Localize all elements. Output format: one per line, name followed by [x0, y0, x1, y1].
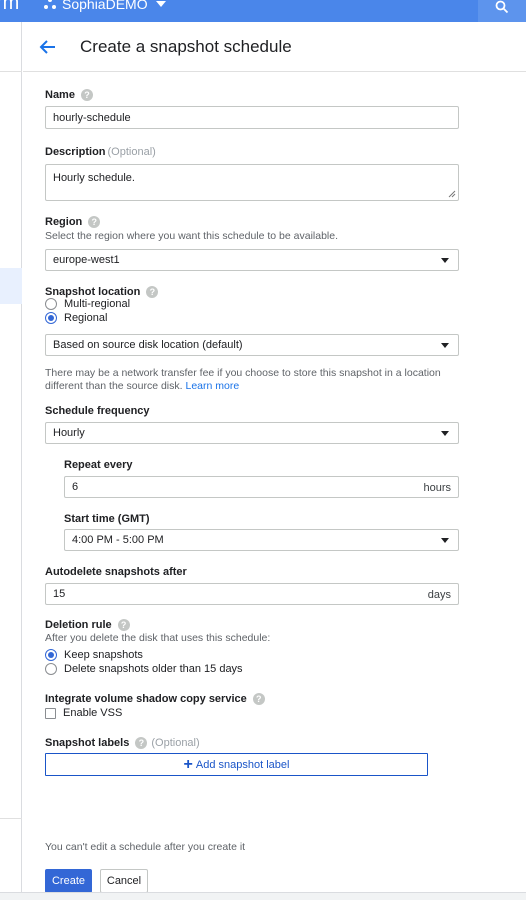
dropdown-arrow-icon: [441, 431, 449, 436]
plus-icon: +: [183, 755, 193, 773]
project-name: SophiaDEMO: [62, 0, 148, 12]
create-button[interactable]: Create: [45, 869, 92, 893]
name-field[interactable]: hourly-schedule: [45, 106, 459, 129]
description-field[interactable]: Hourly schedule.: [45, 164, 459, 201]
help-icon[interactable]: ?: [88, 216, 101, 228]
repeat-every-field[interactable]: 6 hours: [64, 476, 459, 498]
side-nav-divider: [0, 818, 22, 819]
radio-button[interactable]: [45, 663, 57, 675]
page-header: Create a snapshot schedule: [23, 22, 526, 72]
optional-tag: (Optional): [107, 146, 156, 158]
resize-handle-icon[interactable]: [448, 190, 456, 198]
dropdown-arrow-icon: [441, 343, 449, 348]
snapshot-labels-label: Snapshot labels ? (Optional): [45, 737, 200, 749]
side-nav-selected-item[interactable]: [0, 268, 22, 304]
radio-button-selected[interactable]: [45, 312, 57, 324]
app-brand: rm: [0, 0, 20, 14]
status-bar: [0, 892, 526, 900]
radio-button-selected[interactable]: [45, 649, 57, 661]
search-icon: [495, 0, 509, 14]
description-label: Description (Optional): [45, 146, 156, 158]
autodelete-label: Autodelete snapshots after: [45, 566, 187, 578]
autodelete-field[interactable]: 15 days: [45, 583, 459, 605]
page-title: Create a snapshot schedule: [80, 37, 292, 56]
deletion-rule-label: Deletion rule ?: [45, 619, 130, 631]
optional-tag: (Optional): [151, 737, 200, 749]
region-label: Region ?: [45, 216, 101, 228]
project-dots-icon: [44, 0, 56, 10]
back-arrow-icon[interactable]: [38, 37, 58, 57]
dropdown-arrow-icon: [441, 538, 449, 543]
region-select[interactable]: europe-west1: [45, 249, 459, 271]
days-suffix: days: [427, 589, 451, 601]
radio-delete-older[interactable]: Delete snapshots older than 15 days: [45, 663, 243, 675]
vss-label: Integrate volume shadow copy service ?: [45, 693, 265, 705]
snapshot-location-label: Snapshot location ?: [45, 286, 159, 298]
help-icon[interactable]: ?: [117, 619, 130, 631]
help-icon[interactable]: ?: [80, 89, 93, 101]
radio-keep-snapshots[interactable]: Keep snapshots: [45, 649, 143, 661]
hours-suffix: hours: [423, 482, 451, 494]
add-snapshot-label-button[interactable]: + Add snapshot label: [45, 753, 428, 776]
radio-multi-regional[interactable]: Multi-regional: [45, 298, 130, 310]
search-button[interactable]: [478, 0, 526, 22]
top-bar: rm SophiaDEMO: [0, 0, 526, 22]
start-time-select[interactable]: 4:00 PM - 5:00 PM: [64, 529, 459, 551]
start-time-label: Start time (GMT): [64, 513, 150, 525]
chevron-down-icon: [155, 1, 166, 7]
schedule-frequency-select[interactable]: Hourly: [45, 422, 459, 444]
help-icon[interactable]: ?: [252, 693, 265, 705]
storage-location-select[interactable]: Based on source disk location (default): [45, 334, 459, 356]
project-selector[interactable]: SophiaDEMO: [44, 0, 166, 12]
deletion-rule-hint: After you delete the disk that uses this…: [45, 632, 271, 644]
help-icon[interactable]: ?: [135, 737, 148, 749]
name-label: Name ?: [45, 89, 93, 101]
dropdown-arrow-icon: [441, 258, 449, 263]
footer-message: You can't edit a schedule after you crea…: [45, 841, 246, 853]
schedule-frequency-label: Schedule frequency: [45, 405, 150, 417]
radio-button[interactable]: [45, 298, 57, 310]
checkbox[interactable]: [45, 707, 56, 719]
enable-vss-checkbox[interactable]: Enable VSS: [45, 707, 122, 719]
radio-regional[interactable]: Regional: [45, 312, 107, 324]
region-hint: Select the region where you want this sc…: [45, 230, 339, 242]
help-icon[interactable]: ?: [146, 286, 159, 298]
side-nav-header: [0, 22, 22, 72]
learn-more-link[interactable]: Learn more: [185, 380, 239, 392]
side-nav: [0, 22, 22, 900]
repeat-every-label: Repeat every: [64, 459, 133, 471]
cancel-button[interactable]: Cancel: [100, 869, 148, 893]
transfer-fee-note: There may be a network transfer fee if y…: [45, 367, 441, 392]
